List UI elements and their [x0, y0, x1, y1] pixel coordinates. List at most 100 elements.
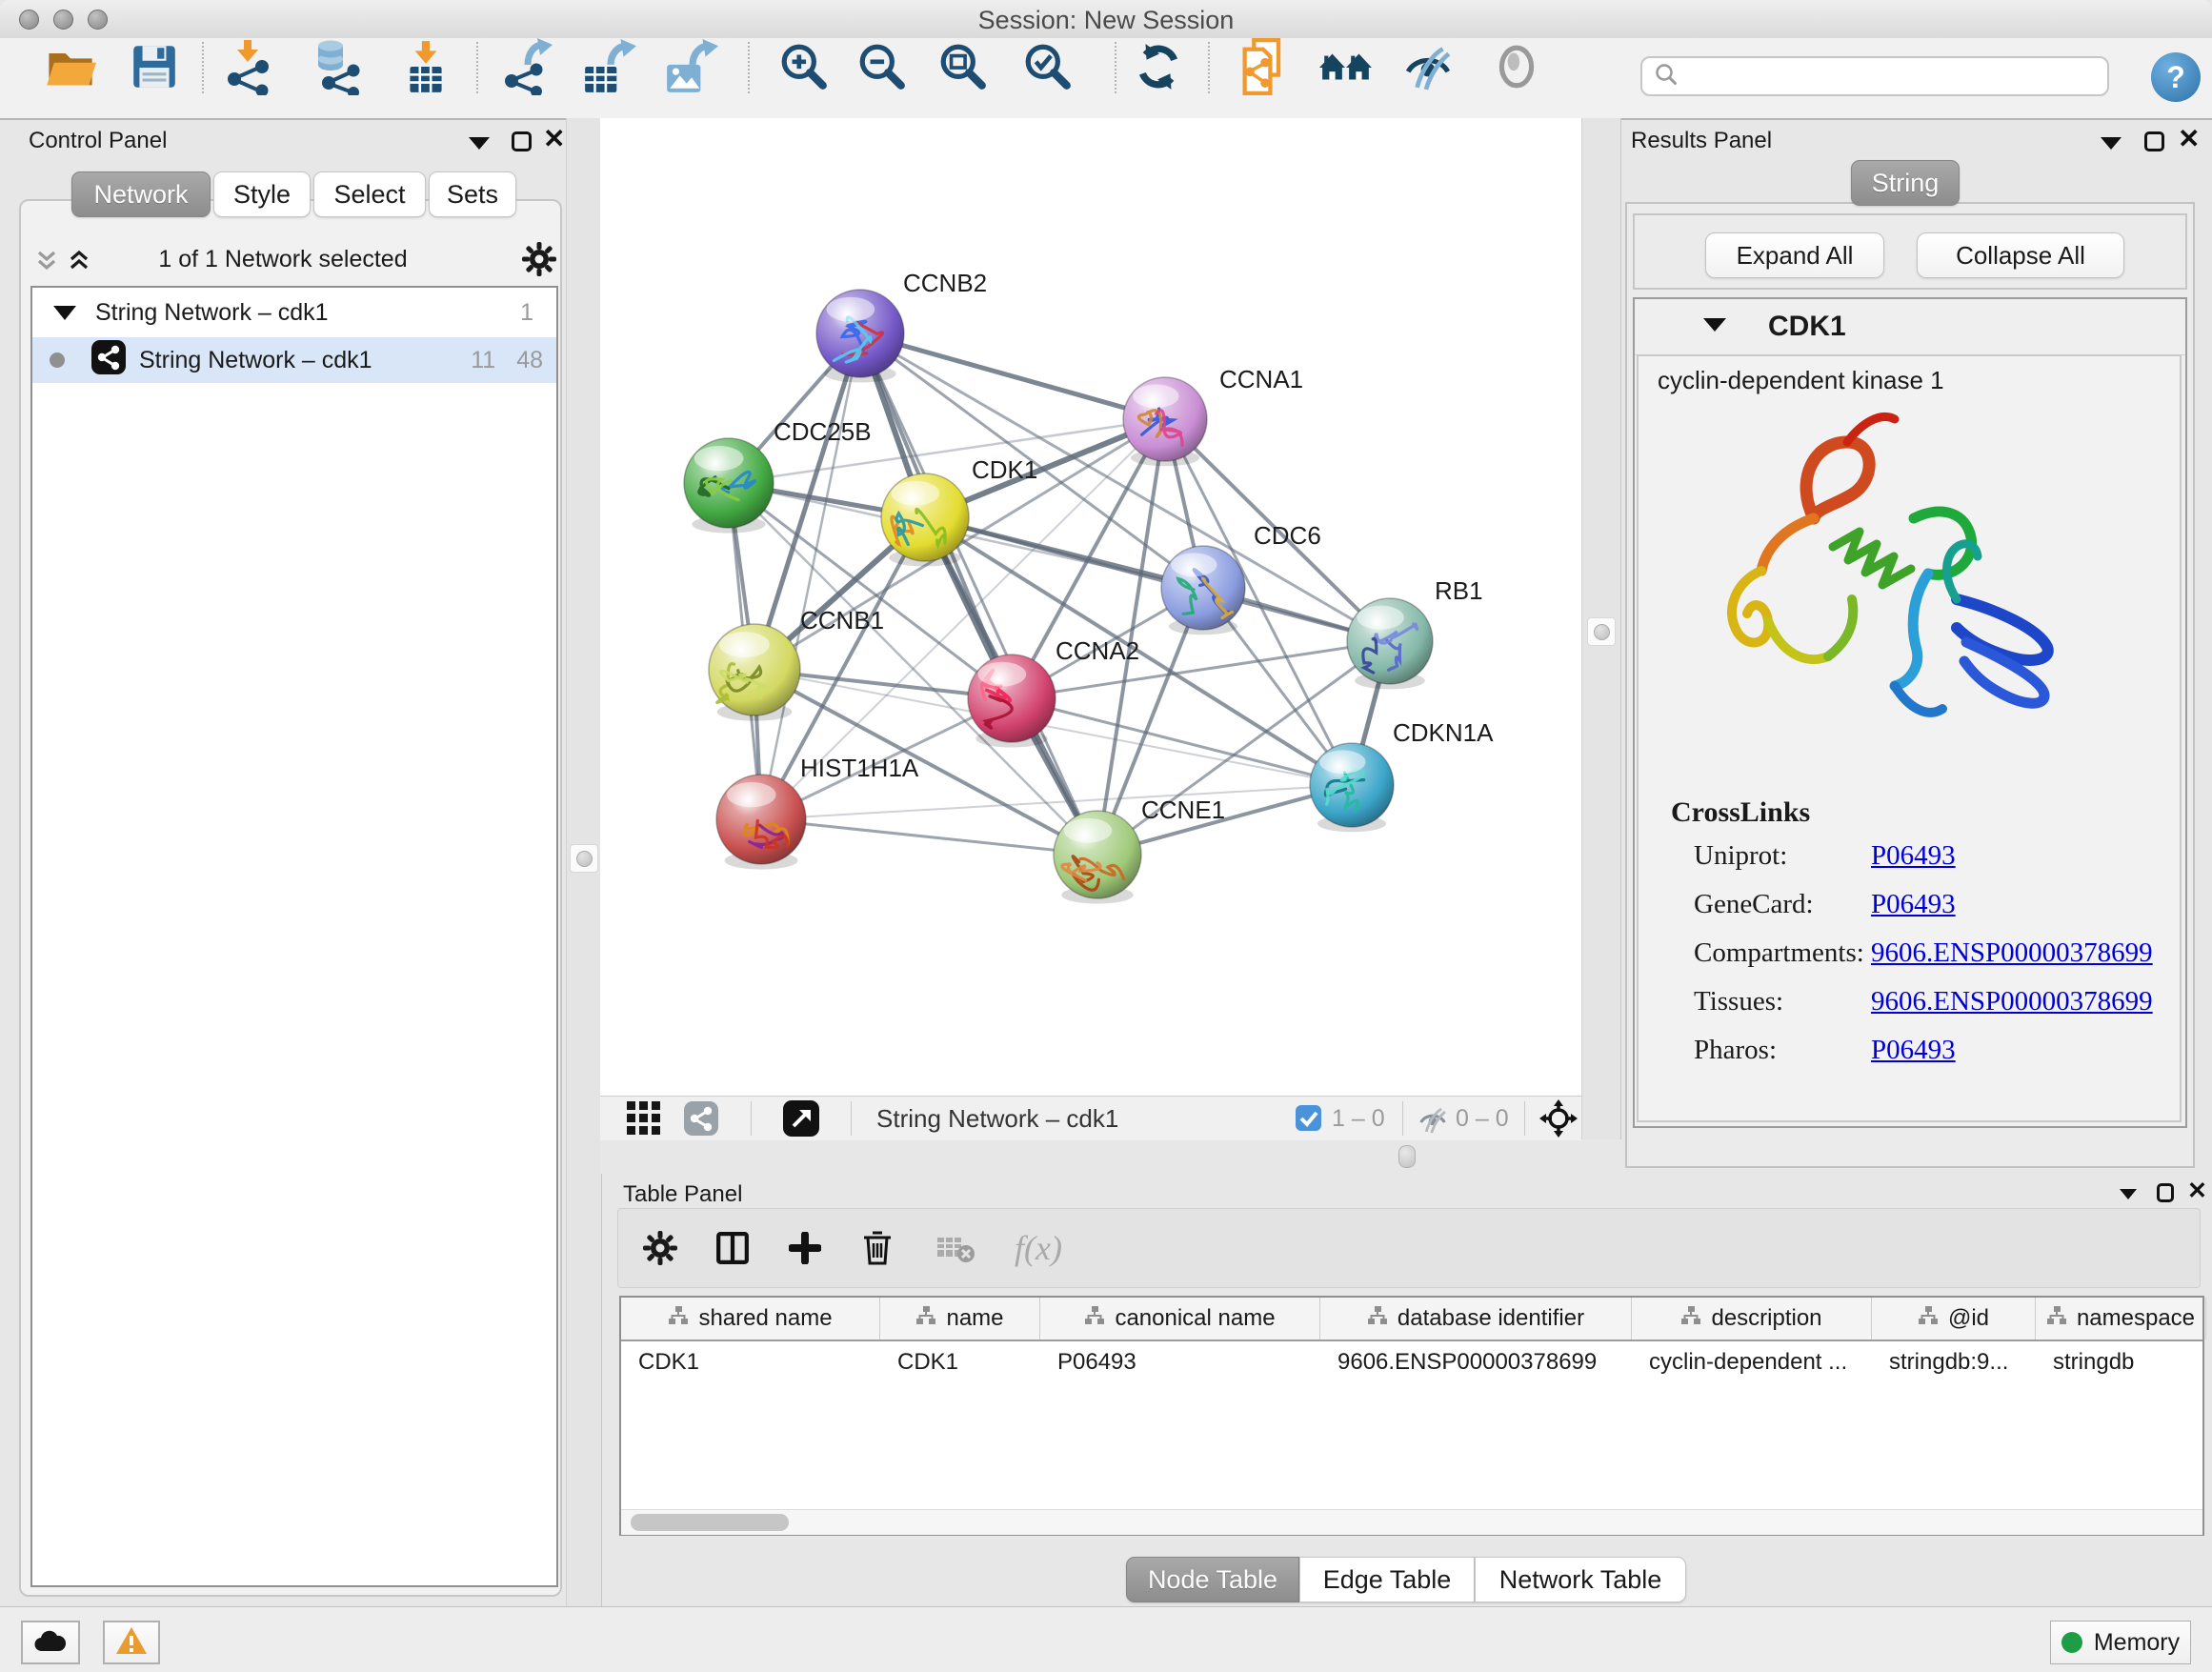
table-cell[interactable]: CDK1 [880, 1341, 1040, 1383]
memory-button[interactable]: Memory [2050, 1621, 2191, 1664]
right-splitter[interactable] [1581, 118, 1621, 1174]
crosslink-link[interactable]: P06493 [1871, 1035, 1956, 1066]
zoom-out-button[interactable] [854, 37, 911, 96]
table-cell[interactable]: P06493 [1040, 1341, 1320, 1383]
crosslink-link[interactable]: P06493 [1871, 889, 1956, 920]
table-cell[interactable]: 9606.ENSP00000378699 [1320, 1341, 1632, 1383]
network-canvas[interactable]: CCNB2CCNA1CDC25BCDK1CDC6RB1CCNB1CCNA2CDK… [600, 118, 1581, 1096]
network-node[interactable] [1310, 743, 1394, 832]
network-edge[interactable] [761, 333, 860, 819]
tab-node-table[interactable]: Node Table [1126, 1557, 1299, 1602]
control-panel-float-icon[interactable] [512, 131, 532, 151]
import-network-database-button[interactable] [309, 37, 366, 96]
selected-checkbox-icon[interactable] [1296, 1105, 1321, 1136]
tab-sets[interactable]: Sets [429, 171, 516, 217]
network-row-selected[interactable]: String Network – cdk1 11 48 [32, 337, 556, 383]
import-network-button[interactable] [219, 37, 276, 96]
table-gear-icon[interactable] [630, 1209, 691, 1287]
horizontal-splitter-handle[interactable] [1398, 1145, 1416, 1168]
import-table-button[interactable] [397, 37, 454, 96]
open-in-window-icon[interactable] [783, 1100, 819, 1141]
table-panel-close-icon[interactable]: ✕ [2187, 1180, 2207, 1201]
toolbar-separator [476, 42, 478, 93]
results-panel-close-icon[interactable]: ✕ [2178, 129, 2200, 150]
gene-collapse-caret-icon[interactable] [1703, 318, 1726, 332]
results-panel-float-icon[interactable] [2144, 131, 2164, 151]
results-panel-menu-icon[interactable] [2101, 137, 2122, 150]
tab-edge-table[interactable]: Edge Table [1299, 1557, 1475, 1602]
network-node[interactable] [716, 775, 806, 870]
table-panel-menu-icon[interactable] [2120, 1189, 2137, 1199]
column-header[interactable]: database identifier [1320, 1298, 1632, 1340]
zoom-selected-button[interactable] [1019, 37, 1076, 96]
tab-network-table[interactable]: Network Table [1475, 1557, 1686, 1602]
save-session-button[interactable] [126, 37, 183, 96]
column-header-label: shared name [698, 1305, 832, 1332]
grid-view-icon[interactable] [627, 1101, 661, 1140]
warning-button[interactable] [103, 1621, 160, 1664]
expand-all-button[interactable]: Expand All [1705, 232, 1884, 278]
table-cell[interactable]: stringdb [2036, 1341, 2206, 1383]
zoom-fit-button[interactable] [935, 37, 992, 96]
network-edge[interactable] [1012, 698, 1352, 785]
collection-caret-icon[interactable] [53, 306, 76, 320]
network-share-view-icon[interactable] [684, 1101, 718, 1140]
table-row[interactable]: CDK1CDK1P064939606.ENSP00000378699cyclin… [621, 1341, 2202, 1383]
control-panel-menu-icon[interactable] [469, 137, 490, 150]
table-panel-float-icon[interactable] [2157, 1183, 2174, 1202]
table-cell[interactable]: stringdb:9... [1872, 1341, 2036, 1383]
network-collection-row[interactable]: String Network – cdk1 1 [32, 290, 556, 335]
network-edge[interactable] [761, 819, 1097, 855]
delete-column-trash-icon[interactable] [847, 1209, 908, 1287]
scrollbar-thumb[interactable] [631, 1514, 789, 1531]
tab-style[interactable]: Style [213, 171, 311, 217]
tab-string[interactable]: String [1851, 160, 1960, 206]
control-panel-close-icon[interactable]: ✕ [543, 129, 565, 150]
tab-network[interactable]: Network [71, 171, 211, 217]
column-header[interactable]: namespace [2036, 1298, 2206, 1340]
export-table-button[interactable] [580, 37, 637, 96]
collapse-all-button[interactable]: Collapse All [1917, 232, 2124, 278]
column-header[interactable]: description [1632, 1298, 1872, 1340]
node-label: CDC25B [774, 417, 872, 446]
network-options-gear-icon[interactable] [522, 242, 556, 281]
column-header[interactable]: @id [1872, 1298, 2036, 1340]
left-splitter[interactable] [566, 118, 602, 1606]
crosslink-link[interactable]: P06493 [1871, 840, 1956, 872]
table-horizontal-scrollbar[interactable] [621, 1509, 2202, 1535]
network-node[interactable] [1347, 598, 1433, 689]
left-splitter-handle[interactable] [570, 844, 598, 873]
column-header[interactable]: shared name [621, 1298, 880, 1340]
network-node[interactable] [1123, 377, 1207, 466]
network-node[interactable] [881, 473, 969, 567]
network-svg[interactable]: CCNB2CCNA1CDC25BCDK1CDC6RB1CCNB1CCNA2CDK… [600, 118, 1581, 1096]
network-node[interactable] [709, 624, 800, 721]
export-image-button[interactable] [662, 37, 719, 96]
show-columns-icon[interactable] [702, 1209, 763, 1287]
open-session-button[interactable] [42, 37, 99, 96]
tab-select[interactable]: Select [313, 171, 426, 217]
export-network-button[interactable] [499, 37, 556, 96]
column-header[interactable]: name [880, 1298, 1040, 1340]
network-node[interactable] [684, 438, 774, 534]
right-splitter-handle[interactable] [1587, 617, 1616, 646]
add-column-icon[interactable] [774, 1209, 835, 1287]
network-node[interactable] [1161, 546, 1245, 635]
column-header[interactable]: canonical name [1040, 1298, 1320, 1340]
zoom-in-button[interactable] [775, 37, 833, 96]
table-cell[interactable]: CDK1 [621, 1341, 880, 1383]
column-type-icon [668, 1305, 689, 1333]
gene-header-row[interactable]: CDK1 [1635, 299, 2185, 355]
crosslink-link[interactable]: 9606.ENSP00000378699 [1871, 937, 2153, 969]
question-mark-icon: ? [2166, 60, 2185, 95]
hidden-eye-slash-icon[interactable] [1418, 1104, 1448, 1139]
node-label: CCNA1 [1219, 365, 1303, 393]
table-cell[interactable]: cyclin-dependent ... [1632, 1341, 1872, 1383]
birds-eye-crosshair-icon[interactable] [1539, 1099, 1578, 1142]
help-button[interactable]: ? [2151, 52, 2201, 102]
network-edge[interactable] [860, 333, 1165, 419]
crosslink-link[interactable]: 9606.ENSP00000378699 [1871, 986, 2153, 1017]
cloud-button[interactable] [21, 1621, 80, 1664]
search-input[interactable] [1640, 56, 2109, 96]
network-node[interactable] [1054, 811, 1141, 904]
